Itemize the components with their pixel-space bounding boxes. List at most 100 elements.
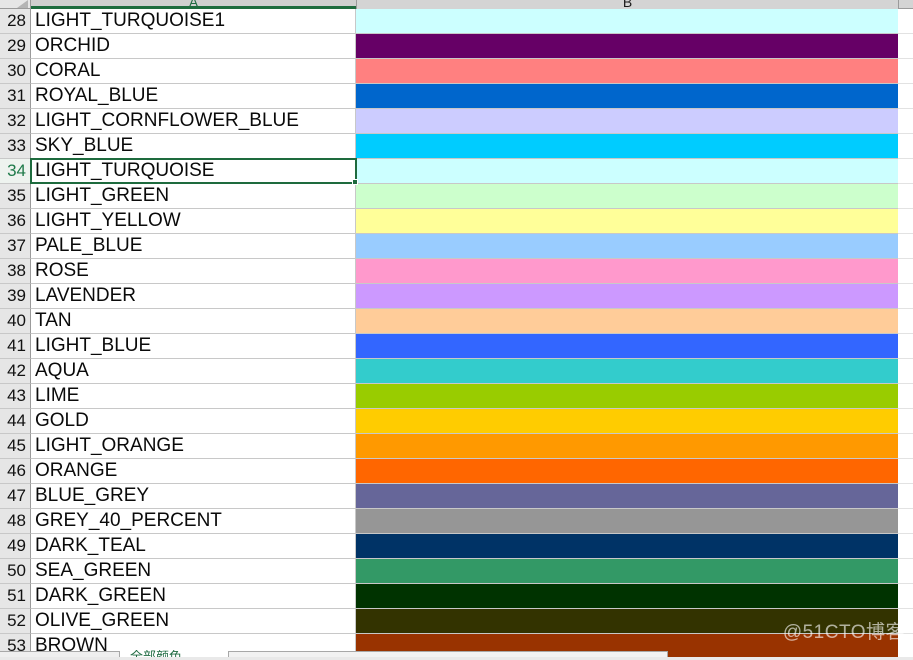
cell-color-name[interactable]: SEA_GREEN bbox=[31, 559, 356, 584]
table-row[interactable]: 48 GREY_40_PERCENT bbox=[0, 509, 913, 534]
row-header[interactable]: 47 bbox=[0, 484, 31, 509]
row-header[interactable]: 34 bbox=[0, 159, 31, 184]
cell-color-swatch[interactable] bbox=[356, 34, 898, 59]
row-header[interactable]: 52 bbox=[0, 609, 31, 634]
cell-color-name[interactable]: LIGHT_TURQUOISE bbox=[31, 159, 356, 184]
row-header[interactable]: 32 bbox=[0, 109, 31, 134]
row-header[interactable]: 42 bbox=[0, 359, 31, 384]
row-header[interactable]: 46 bbox=[0, 459, 31, 484]
column-header-b[interactable]: B bbox=[357, 0, 898, 9]
row-header[interactable]: 39 bbox=[0, 284, 31, 309]
row-header[interactable]: 48 bbox=[0, 509, 31, 534]
cell-color-swatch[interactable] bbox=[356, 84, 898, 109]
row-header[interactable]: 29 bbox=[0, 34, 31, 59]
cell-color-name[interactable]: DARK_GREEN bbox=[31, 584, 356, 609]
cell-color-name[interactable]: LIGHT_GREEN bbox=[31, 184, 356, 209]
row-header[interactable]: 49 bbox=[0, 534, 31, 559]
row-header[interactable]: 45 bbox=[0, 434, 31, 459]
cell-color-swatch[interactable] bbox=[356, 9, 898, 34]
cell-color-name[interactable]: LIME bbox=[31, 384, 356, 409]
cell-color-name[interactable]: LIGHT_CORNFLOWER_BLUE bbox=[31, 109, 356, 134]
table-row[interactable]: 41 LIGHT_BLUE bbox=[0, 334, 913, 359]
cell-color-swatch[interactable] bbox=[356, 109, 898, 134]
row-header[interactable]: 37 bbox=[0, 234, 31, 259]
row-header[interactable]: 51 bbox=[0, 584, 31, 609]
table-row[interactable]: 30 CORAL bbox=[0, 59, 913, 84]
table-row[interactable]: 39 LAVENDER bbox=[0, 284, 913, 309]
row-header[interactable]: 31 bbox=[0, 84, 31, 109]
row-header[interactable]: 50 bbox=[0, 559, 31, 584]
table-row[interactable]: 51 DARK_GREEN bbox=[0, 584, 913, 609]
cell-color-swatch[interactable] bbox=[356, 434, 898, 459]
row-header[interactable]: 40 bbox=[0, 309, 31, 334]
table-row[interactable]: 37 PALE_BLUE bbox=[0, 234, 913, 259]
column-header-a[interactable]: A bbox=[31, 0, 356, 9]
cell-color-swatch[interactable] bbox=[356, 234, 898, 259]
cell-color-name[interactable]: ROYAL_BLUE bbox=[31, 84, 356, 109]
cell-color-name[interactable]: LAVENDER bbox=[31, 284, 356, 309]
cell-color-swatch[interactable] bbox=[356, 584, 898, 609]
row-header[interactable]: 44 bbox=[0, 409, 31, 434]
cell-color-swatch[interactable] bbox=[356, 359, 898, 384]
row-header[interactable]: 28 bbox=[0, 9, 31, 34]
cell-color-name[interactable]: CORAL bbox=[31, 59, 356, 84]
table-row[interactable]: 49 DARK_TEAL bbox=[0, 534, 913, 559]
cell-color-swatch[interactable] bbox=[356, 559, 898, 584]
cell-color-swatch[interactable] bbox=[356, 609, 898, 634]
cell-color-name[interactable]: ROSE bbox=[31, 259, 356, 284]
cell-color-name[interactable]: LIGHT_ORANGE bbox=[31, 434, 356, 459]
table-row[interactable]: 46 ORANGE bbox=[0, 459, 913, 484]
table-row[interactable]: 45 LIGHT_ORANGE bbox=[0, 434, 913, 459]
table-row[interactable]: 42 AQUA bbox=[0, 359, 913, 384]
table-row[interactable]: 29 ORCHID bbox=[0, 34, 913, 59]
cell-color-name[interactable]: AQUA bbox=[31, 359, 356, 384]
table-row[interactable]: 36 LIGHT_YELLOW bbox=[0, 209, 913, 234]
row-header[interactable]: 33 bbox=[0, 134, 31, 159]
table-row[interactable]: 28 LIGHT_TURQUOISE1 bbox=[0, 9, 913, 34]
cell-color-swatch[interactable] bbox=[356, 534, 898, 559]
table-row[interactable]: 52 OLIVE_GREEN bbox=[0, 609, 913, 634]
cell-color-name[interactable]: LIGHT_TURQUOISE1 bbox=[31, 9, 356, 34]
cell-color-swatch[interactable] bbox=[356, 384, 898, 409]
cell-color-name[interactable]: DARK_TEAL bbox=[31, 534, 356, 559]
cell-color-swatch[interactable] bbox=[356, 409, 898, 434]
table-row[interactable]: 32 LIGHT_CORNFLOWER_BLUE bbox=[0, 109, 913, 134]
cell-color-name[interactable]: TAN bbox=[31, 309, 356, 334]
table-row[interactable]: 47 BLUE_GREY bbox=[0, 484, 913, 509]
cell-color-swatch[interactable] bbox=[356, 334, 898, 359]
table-row[interactable]: 44 GOLD bbox=[0, 409, 913, 434]
table-row[interactable]: 40 TAN bbox=[0, 309, 913, 334]
select-all-corner-button[interactable] bbox=[0, 0, 31, 9]
row-header[interactable]: 35 bbox=[0, 184, 31, 209]
cell-color-name[interactable]: PALE_BLUE bbox=[31, 234, 356, 259]
row-header[interactable]: 30 bbox=[0, 59, 31, 84]
cell-color-swatch[interactable] bbox=[356, 284, 898, 309]
cell-color-swatch[interactable] bbox=[356, 309, 898, 334]
row-header[interactable]: 38 bbox=[0, 259, 31, 284]
row-header[interactable]: 36 bbox=[0, 209, 31, 234]
row-header[interactable]: 43 bbox=[0, 384, 31, 409]
cell-color-swatch[interactable] bbox=[356, 509, 898, 534]
table-row[interactable]: 31 ROYAL_BLUE bbox=[0, 84, 913, 109]
table-row[interactable]: 33 SKY_BLUE bbox=[0, 134, 913, 159]
table-row[interactable]: 34 LIGHT_TURQUOISE bbox=[0, 159, 913, 184]
table-row[interactable]: 50 SEA_GREEN bbox=[0, 559, 913, 584]
cell-color-name[interactable]: LIGHT_BLUE bbox=[31, 334, 356, 359]
cell-color-name[interactable]: GREY_40_PERCENT bbox=[31, 509, 356, 534]
cell-color-swatch[interactable] bbox=[356, 259, 898, 284]
cell-color-swatch[interactable] bbox=[356, 209, 898, 234]
cell-color-swatch[interactable] bbox=[356, 184, 898, 209]
cell-color-swatch[interactable] bbox=[356, 459, 898, 484]
cell-color-swatch[interactable] bbox=[356, 159, 898, 184]
cell-color-name[interactable]: ORCHID bbox=[31, 34, 356, 59]
cell-color-name[interactable]: OLIVE_GREEN bbox=[31, 609, 356, 634]
cell-color-name[interactable]: GOLD bbox=[31, 409, 356, 434]
table-row[interactable]: 43 LIME bbox=[0, 384, 913, 409]
cell-color-swatch[interactable] bbox=[356, 59, 898, 84]
cell-color-swatch[interactable] bbox=[356, 134, 898, 159]
cell-color-name[interactable]: BLUE_GREY bbox=[31, 484, 356, 509]
cell-color-name[interactable]: ORANGE bbox=[31, 459, 356, 484]
table-row[interactable]: 35 LIGHT_GREEN bbox=[0, 184, 913, 209]
column-divider[interactable] bbox=[898, 0, 899, 9]
cell-color-name[interactable]: SKY_BLUE bbox=[31, 134, 356, 159]
